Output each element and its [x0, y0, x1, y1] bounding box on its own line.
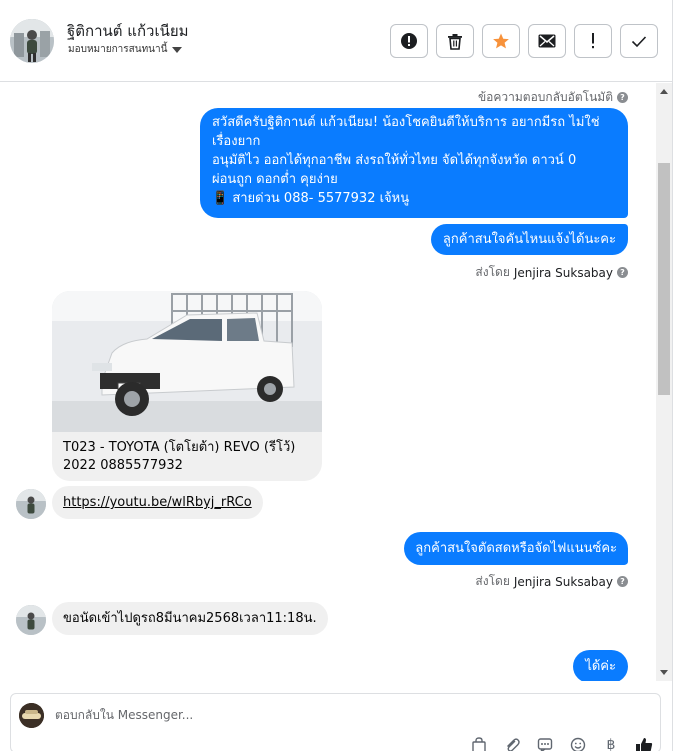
auto-reply-label: ข้อความตอบกลับอัตโนมัติ ? [478, 88, 628, 107]
trash-icon [448, 33, 462, 50]
mark-unread-button[interactable] [528, 24, 566, 58]
panel-border [672, 0, 673, 751]
help-icon[interactable]: ? [617, 576, 628, 587]
message-line: 📱 สายด่วน 088- 5577932 เจ้หนู [212, 191, 410, 206]
thread-scrollbar[interactable] [656, 83, 672, 681]
report-button[interactable] [390, 24, 428, 58]
message-text: ลูกค้าสนใจคันไหนแจ้งได้นะคะ [442, 232, 616, 247]
conversation-actions [390, 24, 658, 58]
customer-message[interactable]: https://youtu.be/wlRbyj_rRCo [52, 486, 263, 519]
report-icon [401, 33, 417, 49]
car-card-title-line: 2022 0885577932 [63, 458, 183, 473]
emoji-icon[interactable] [568, 736, 588, 751]
customer-message[interactable]: ขอนัดเข้าไปดูรถ8มีนาคม2568เวลา11:18น. [52, 602, 328, 635]
agent-name: Jenjira Suksabay [513, 574, 613, 589]
follow-up-button[interactable] [574, 24, 612, 58]
reply-input[interactable] [55, 705, 455, 725]
scrollbar-thumb[interactable] [658, 163, 670, 395]
message-thread[interactable]: ข้อความตอบกลับอัตโนมัติ ? สวัสดีครับฐิติ… [0, 83, 656, 681]
car-card-title[interactable]: T023 - TOYOTA (โตโยต้า) REVO (รีโว้) 202… [63, 439, 318, 475]
paperclip-icon[interactable] [502, 736, 522, 751]
conversation-header: ฐิติกานต์ แก้วเนียม มอบหมายการสนทนานี้ [0, 0, 672, 82]
message-text: ลูกค้าสนใจตัดสดหรือจัดไฟแนนซ์คะ [415, 541, 617, 556]
mail-icon [538, 34, 556, 48]
sent-by-label: ส่งโดย Jenjira Suksabay ? [475, 263, 628, 282]
chevron-down-icon [172, 46, 183, 53]
agent-message[interactable]: ลูกค้าสนใจคันไหนแจ้งได้นะคะ [430, 224, 628, 255]
message-line: อนุมัติไว ออกได้ทุกอาชีพ ส่งรถให้ทั่วไทย… [212, 153, 577, 168]
car-product-card[interactable]: T023 - TOYOTA (โตโยต้า) REVO (รีโว้) 202… [52, 291, 322, 481]
auto-reply-message[interactable]: สวัสดีครับฐิติกานต์ แก้วเนียม! น้องโชคยิ… [200, 108, 628, 218]
help-icon[interactable]: ? [617, 92, 628, 103]
message-line: ผ่อนถูก ดอกต่ำ คุยง่าย [212, 172, 338, 187]
check-icon [631, 35, 647, 47]
bag-icon[interactable] [469, 736, 489, 751]
thumbs-up-icon[interactable] [634, 736, 654, 751]
done-button[interactable] [620, 24, 658, 58]
auto-reply-text: ข้อความตอบกลับอัตโนมัติ [477, 90, 613, 104]
composer-tools: ฿ [469, 736, 654, 751]
delete-button[interactable] [436, 24, 474, 58]
star-icon [493, 33, 509, 49]
assign-conversation-dropdown[interactable]: มอบหมายการสนทนานี้ [68, 42, 183, 57]
scroll-up-icon[interactable] [660, 89, 668, 94]
assign-label: มอบหมายการสนทนานี้ [68, 44, 168, 55]
reply-composer: ฿ [10, 693, 661, 751]
sent-by-prefix: ส่งโดย [475, 265, 510, 279]
car-card-title-line: T023 - TOYOTA (โตโยต้า) REVO (รีโว้) [63, 440, 296, 455]
car-image[interactable] [52, 291, 322, 432]
message-line: สวัสดีครับฐิติกานต์ แก้วเนียม! น้องโชคยิ… [212, 115, 600, 130]
message-line: เรื่องยาก [212, 134, 261, 149]
inbox-conversation: ฐิติกานต์ แก้วเนียม มอบหมายการสนทนานี้ ข… [0, 0, 680, 751]
message-text: ขอนัดเข้าไปดูรถ8มีนาคม2568เวลา11:18น. [63, 611, 317, 626]
customer-avatar[interactable] [10, 19, 54, 63]
customer-avatar-small[interactable] [16, 489, 46, 519]
customer-avatar-small[interactable] [16, 605, 46, 635]
message-text: ได้ค่ะ [585, 659, 616, 674]
scroll-down-icon[interactable] [660, 670, 668, 675]
customer-name[interactable]: ฐิติกานต์ แก้วเนียม [67, 19, 189, 43]
agent-message[interactable]: ได้ค่ะ [573, 650, 628, 681]
page-avatar [19, 703, 44, 728]
agent-name: Jenjira Suksabay [513, 265, 613, 280]
star-button[interactable] [482, 24, 520, 58]
baht-icon[interactable]: ฿ [601, 736, 621, 751]
chat-icon[interactable] [535, 736, 555, 751]
sent-by-label: ส่งโดย Jenjira Suksabay ? [475, 572, 628, 591]
sent-by-prefix: ส่งโดย [475, 574, 510, 588]
youtube-link[interactable]: https://youtu.be/wlRbyj_rRCo [63, 493, 252, 512]
agent-message[interactable]: ลูกค้าสนใจตัดสดหรือจัดไฟแนนซ์คะ [404, 532, 628, 565]
exclamation-icon [592, 33, 594, 49]
help-icon[interactable]: ? [617, 267, 628, 278]
